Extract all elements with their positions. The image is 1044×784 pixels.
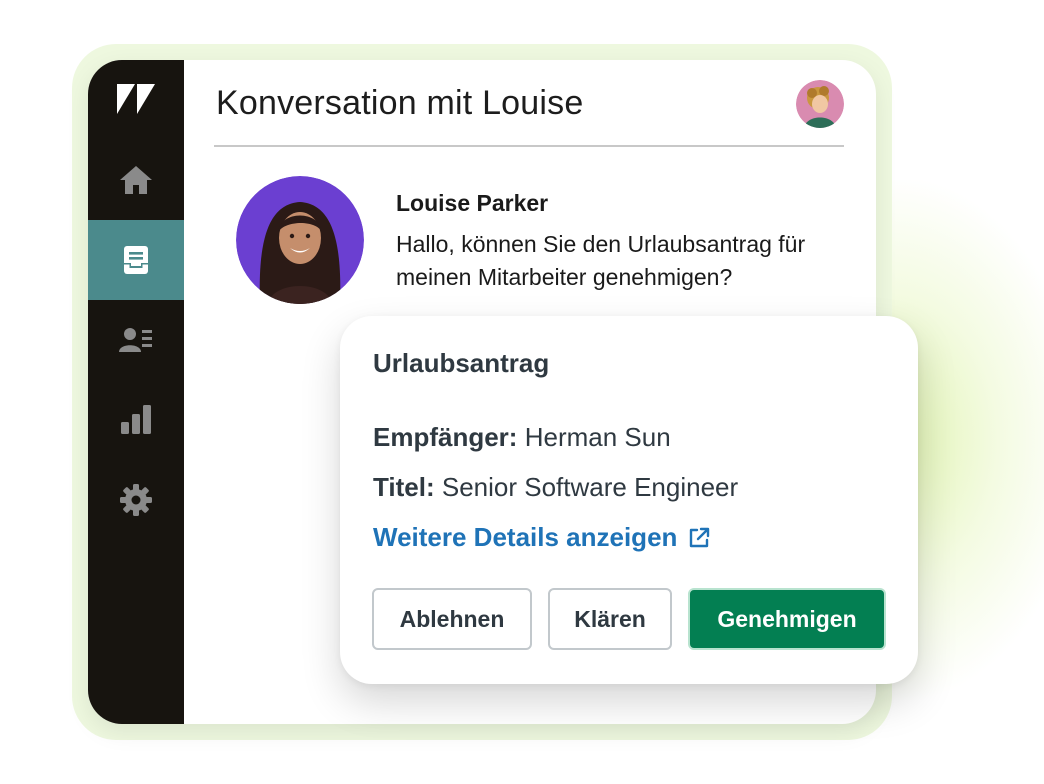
gear-icon [120, 484, 152, 516]
request-title: Urlaubsantrag [373, 348, 550, 378]
page-title: Konversation mit Louise [216, 84, 584, 122]
sidebar-item-inbox[interactable] [88, 220, 184, 300]
recipient-value: Herman Sun [524, 422, 671, 452]
request-card: Urlaubsantrag Empfänger: Herman Sun Tite… [340, 316, 918, 684]
inbox-icon [124, 246, 148, 274]
reject-button[interactable]: Ablehnen [372, 588, 532, 650]
job-title-field: Titel: Senior Software Engineer [373, 472, 738, 503]
job-title-value: Senior Software Engineer [441, 472, 739, 502]
details-link-label: Weitere Details anzeigen [373, 522, 678, 552]
sender-avatar [236, 176, 364, 304]
clarify-button[interactable]: Klären [548, 588, 672, 650]
approve-button[interactable]: Genehmigen [688, 588, 886, 650]
header-divider [214, 145, 844, 147]
external-link-icon [690, 527, 710, 547]
message-sender: Louise Parker [396, 190, 549, 216]
contacts-icon [119, 328, 152, 352]
sidebar-item-contacts[interactable] [88, 300, 184, 380]
zendesk-logo-icon[interactable] [116, 82, 156, 116]
sidebar-item-settings[interactable] [88, 460, 184, 540]
reporting-icon [121, 405, 151, 434]
message-text: Hallo, können Sie den Urlaubsantrag für … [396, 231, 806, 290]
avatar[interactable] [796, 80, 844, 128]
job-title-label: Titel: [373, 472, 435, 502]
recipient-field: Empfänger: Herman Sun [373, 422, 671, 453]
details-link[interactable]: Weitere Details anzeigen [373, 522, 711, 553]
recipient-label: Empfänger: [373, 422, 518, 452]
sidebar-item-reporting[interactable] [88, 380, 184, 460]
sidebar [88, 60, 184, 724]
home-icon [120, 166, 152, 194]
sidebar-item-home[interactable] [88, 140, 184, 220]
